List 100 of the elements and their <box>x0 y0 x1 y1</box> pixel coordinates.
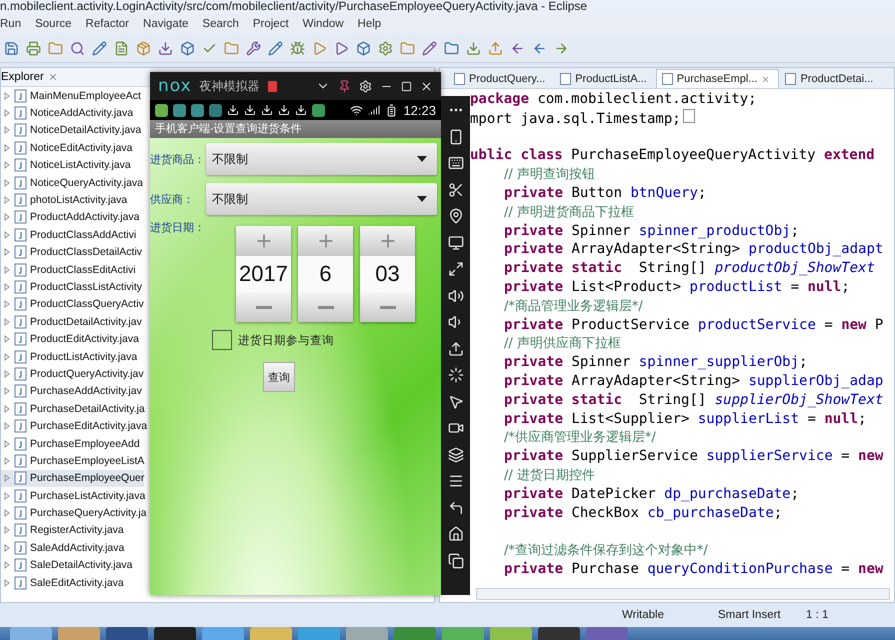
decrement-button[interactable] <box>360 292 415 322</box>
save-icon[interactable] <box>4 40 19 56</box>
file-item[interactable]: RegisterActivity.java <box>1 522 124 540</box>
menu-item[interactable]: Refactor <box>86 18 130 30</box>
package-icon[interactable] <box>136 40 151 56</box>
panel-tab[interactable]: Explorer <box>1 71 44 83</box>
editor-tab[interactable]: ProductListA... <box>554 69 656 88</box>
query-button[interactable]: 查询 <box>263 362 295 392</box>
expand-arrow-icon[interactable] <box>3 161 11 170</box>
expand-arrow-icon[interactable] <box>3 456 11 465</box>
file-item[interactable]: PurchaseEmployeeAdd <box>1 434 140 452</box>
expand-arrow-icon[interactable] <box>3 544 11 552</box>
decrement-button[interactable] <box>236 292 291 322</box>
upload-icon[interactable] <box>448 340 464 356</box>
file-item[interactable]: PurchaseDetailActivity.ja <box>1 400 145 418</box>
menu-item[interactable]: Project <box>252 18 289 30</box>
wrench-icon[interactable] <box>246 40 261 56</box>
folder-icon[interactable] <box>48 40 63 56</box>
monitor-icon[interactable] <box>448 234 464 250</box>
horizontal-scrollbar[interactable] <box>476 588 890 600</box>
menu-item[interactable]: Run <box>0 18 22 30</box>
file-item[interactable]: ProductClassQueryActiv <box>1 296 144 314</box>
expand-icon[interactable] <box>448 261 464 277</box>
menu-item[interactable]: Navigate <box>143 18 188 30</box>
editor-tab[interactable]: ProductDetai... <box>779 69 882 88</box>
pencil-icon[interactable] <box>268 40 283 56</box>
expand-arrow-icon[interactable] <box>3 318 11 326</box>
decrement-button[interactable] <box>298 292 353 322</box>
recent-apps-icon[interactable] <box>448 552 464 568</box>
expand-arrow-icon[interactable] <box>3 248 11 256</box>
file-item[interactable]: ProductAddActivity.java <box>1 208 140 226</box>
file-item[interactable]: NoticeListActivity.java <box>1 156 131 174</box>
expand-arrow-icon[interactable] <box>3 387 11 396</box>
expand-arrow-icon[interactable] <box>3 144 11 152</box>
increment-button[interactable] <box>360 226 415 256</box>
file-item[interactable]: PurchaseEmployeeListA <box>1 452 144 470</box>
folder-icon[interactable] <box>224 40 239 56</box>
box-icon[interactable] <box>180 40 195 56</box>
menu-item[interactable]: Help <box>358 18 382 30</box>
dropdown[interactable]: 不限制 <box>206 143 437 175</box>
file-item[interactable]: NoticeQueryActivity.java <box>1 174 144 192</box>
file-item[interactable]: ProductClassEditActivi <box>1 260 136 278</box>
arrow-right-icon[interactable] <box>554 40 569 56</box>
fold-marker-icon[interactable] <box>682 108 695 123</box>
play-icon[interactable] <box>312 40 327 56</box>
alert-badge-icon[interactable] <box>268 80 277 92</box>
document-icon[interactable] <box>114 40 129 56</box>
back-icon[interactable] <box>448 500 464 516</box>
box-icon[interactable] <box>356 40 371 56</box>
expand-arrow-icon[interactable] <box>3 422 11 430</box>
file-item[interactable]: PurchaseEditActivity.java <box>1 417 148 435</box>
loader-icon[interactable] <box>448 367 464 383</box>
download-icon[interactable] <box>466 40 481 56</box>
file-item[interactable]: PurchaseQueryActivity.ja <box>1 504 147 522</box>
expand-arrow-icon[interactable] <box>3 578 11 587</box>
file-item[interactable]: ProductClassDetailActiv <box>1 244 142 261</box>
file-item[interactable]: ProductListActivity.java <box>1 348 138 366</box>
file-item[interactable]: ProductDetailActivity.jav <box>1 313 142 330</box>
expand-arrow-icon[interactable] <box>3 474 11 482</box>
maximize-icon[interactable] <box>401 80 412 92</box>
checkbox[interactable] <box>212 330 232 350</box>
location-pin-icon[interactable] <box>448 208 464 224</box>
file-item[interactable]: PurchaseListActivity.java <box>1 486 146 504</box>
search-icon[interactable] <box>70 40 85 56</box>
expand-arrow-icon[interactable] <box>3 335 11 344</box>
expand-arrow-icon[interactable] <box>3 440 11 448</box>
file-item[interactable]: ProductClassAddActivi <box>1 226 136 244</box>
file-item[interactable]: NoticeEditActivity.java <box>1 139 133 157</box>
bug-icon[interactable] <box>290 40 305 56</box>
menu-icon[interactable] <box>448 473 464 489</box>
file-item[interactable]: ProductEditActivity.java <box>1 330 139 348</box>
download-icon[interactable] <box>158 40 173 56</box>
file-item[interactable]: NoticeDetailActivity.java <box>1 122 142 140</box>
file-item[interactable]: SaleDetailActivity.java <box>1 556 133 574</box>
keyboard-icon[interactable] <box>448 155 464 171</box>
menu-item[interactable]: Search <box>202 18 239 30</box>
dropdown[interactable]: 不限制 <box>206 183 437 215</box>
file-item[interactable]: ProductClassListActivity <box>1 278 142 296</box>
file-item[interactable]: PurchaseAddActivity.jav <box>1 382 142 400</box>
phone-icon[interactable] <box>448 128 464 144</box>
file-item[interactable]: ProductQueryActivity.jav <box>1 365 144 383</box>
file-item[interactable]: photoListActivity.java <box>1 191 128 209</box>
file-item[interactable]: PurchaseEmployeeQuer <box>1 470 144 487</box>
pin-icon[interactable] <box>338 80 351 92</box>
expand-arrow-icon[interactable] <box>3 92 11 100</box>
pointer-icon[interactable] <box>448 394 464 410</box>
close-icon[interactable] <box>420 80 433 92</box>
folder-icon[interactable] <box>400 40 415 56</box>
pencil-icon[interactable] <box>422 40 437 56</box>
expand-arrow-icon[interactable] <box>3 178 11 187</box>
expand-arrow-icon[interactable] <box>3 492 11 500</box>
expand-arrow-icon[interactable] <box>3 404 11 413</box>
menu-item[interactable]: Window <box>302 18 344 30</box>
play-icon[interactable] <box>334 40 349 56</box>
volume-up-icon[interactable] <box>448 288 464 304</box>
expand-arrow-icon[interactable] <box>3 300 11 308</box>
expand-arrow-icon[interactable] <box>3 230 11 239</box>
file-item[interactable]: SaleAddActivity.java <box>1 539 124 557</box>
folder-icon[interactable] <box>444 40 459 56</box>
layers-icon[interactable] <box>448 446 464 462</box>
